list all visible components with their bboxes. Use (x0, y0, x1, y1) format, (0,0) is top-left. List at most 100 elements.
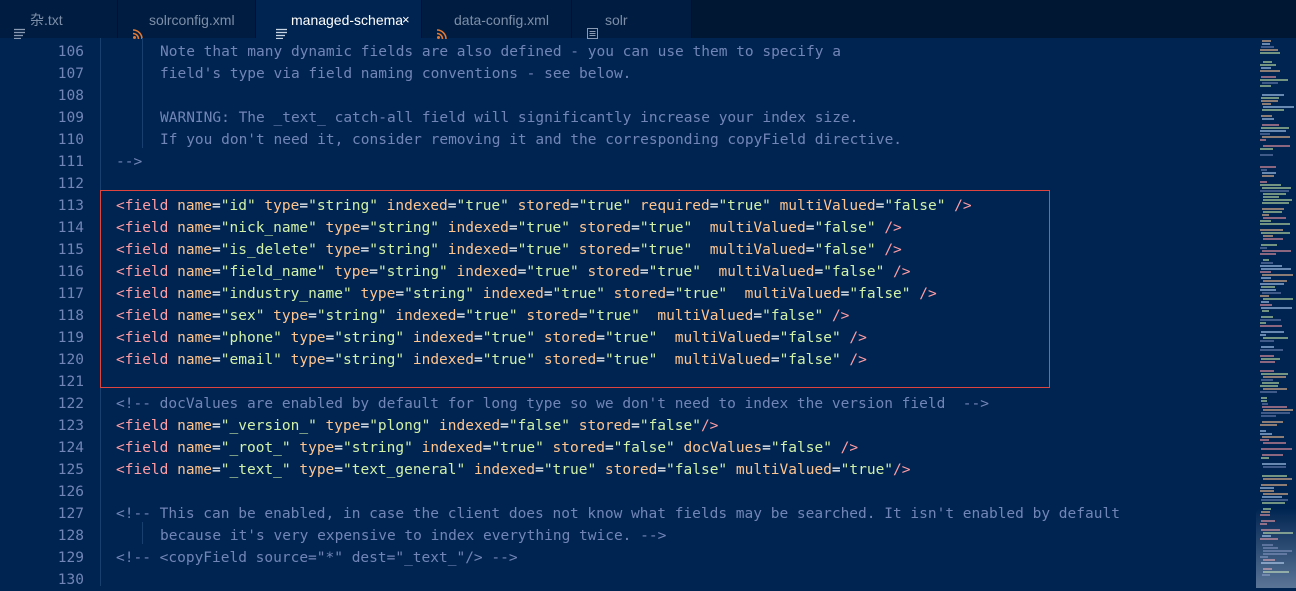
tab-bar: 杂.txt solrconfig.xml managed-schema × da… (0, 0, 1296, 40)
minimap-line (1260, 349, 1283, 351)
code-line: Note that many dynamic fields are also d… (160, 41, 841, 63)
code-token: <field (116, 440, 169, 456)
code-token: <field (116, 462, 169, 478)
minimap-line (1261, 301, 1269, 303)
minimap-line (1261, 100, 1278, 102)
code-token: field's type via field naming convention… (160, 66, 632, 82)
minimap-line (1262, 421, 1283, 423)
minimap-line (1260, 85, 1271, 87)
minimap-line (1263, 478, 1292, 480)
minimap-line (1262, 382, 1279, 384)
minimap-line (1262, 250, 1291, 252)
minimap-line (1262, 175, 1274, 177)
minimap-line (1260, 385, 1278, 387)
code-token: type (290, 462, 335, 478)
minimap-line (1260, 265, 1282, 267)
minimap-line (1260, 370, 1274, 372)
tab-managed-schema[interactable]: managed-schema × (256, 0, 422, 40)
code-token: = (657, 462, 667, 478)
line-number: 128 (57, 528, 84, 544)
code-token: "_text_" (220, 462, 291, 478)
minimap-line (1263, 199, 1292, 201)
minimap-line (1263, 259, 1269, 261)
minimap-line (1261, 46, 1274, 48)
code-token: = (831, 462, 841, 478)
code-token: stored (570, 418, 632, 434)
line-number: 116 (57, 264, 84, 280)
minimap-line (1262, 82, 1278, 84)
code-editor[interactable]: 106 Note that many dynamic fields are als… (0, 38, 1296, 588)
line-number: 117 (57, 286, 84, 302)
line-number: 119 (57, 330, 84, 346)
minimap-line (1260, 166, 1276, 168)
minimap-line (1262, 136, 1290, 138)
tab-label: data-config.xml (454, 12, 549, 28)
minimap-line (1263, 298, 1293, 300)
minimap-line (1260, 487, 1274, 489)
code-token: WARNING: The _text_ catch-all field will… (160, 110, 859, 126)
line-number: 106 (57, 44, 84, 60)
minimap-line (1262, 172, 1276, 174)
minimap-line (1261, 373, 1288, 375)
code-token: = (500, 418, 509, 434)
minimap-line (1260, 52, 1280, 54)
tab-solr[interactable]: solr (572, 0, 692, 39)
indent-guide (142, 38, 143, 148)
minimap-line (1260, 190, 1289, 192)
minimap-line (1261, 115, 1272, 117)
code-token: = (360, 418, 370, 434)
minimap-line (1260, 64, 1276, 66)
minimap-line (1261, 76, 1276, 78)
tab-data-config[interactable]: data-config.xml (422, 0, 572, 40)
tab-txt[interactable]: 杂.txt (0, 0, 118, 40)
code-line: <field name="_text_" type="text_general"… (116, 459, 911, 481)
minimap-line (1261, 316, 1273, 318)
close-icon[interactable]: × (402, 0, 410, 40)
minimap-line (1262, 310, 1269, 312)
line-number: 110 (57, 132, 84, 148)
minimap-line (1263, 442, 1286, 444)
minimap-line (1262, 403, 1268, 405)
minimap-line (1262, 463, 1286, 465)
code-token: "_root_" (220, 440, 291, 456)
line-number: 129 (57, 550, 84, 566)
minimap-line (1261, 244, 1277, 246)
minimap-line (1260, 154, 1273, 156)
code-token: type (290, 440, 335, 456)
code-token: docValues (674, 440, 763, 456)
minimap-line (1260, 304, 1272, 306)
minimap-line (1261, 331, 1284, 333)
line-number: 114 (57, 220, 84, 236)
minimap-line (1262, 202, 1289, 204)
code-token: "false" (666, 462, 728, 478)
minimap-line (1262, 454, 1283, 456)
minimap-line (1262, 496, 1282, 498)
code-token: --> (116, 154, 143, 170)
scrollbar-thumb[interactable] (1256, 508, 1296, 588)
code-token: = (604, 440, 614, 456)
minimap-line (1260, 148, 1273, 150)
minimap-line (1261, 397, 1267, 399)
code-token: "false" (613, 440, 675, 456)
minimap-line (1260, 220, 1271, 222)
minimap-line (1263, 409, 1293, 411)
minimap[interactable] (1258, 38, 1296, 586)
line-number: 125 (57, 462, 84, 478)
tab-solrconfig[interactable]: solrconfig.xml (118, 0, 256, 40)
minimap-line (1260, 430, 1266, 432)
minimap-line (1260, 424, 1277, 426)
minimap-line (1263, 235, 1273, 237)
minimap-line (1260, 325, 1282, 327)
indent-guide (142, 522, 143, 544)
minimap-line (1262, 103, 1271, 105)
minimap-line (1263, 106, 1294, 108)
code-token: indexed (465, 462, 536, 478)
minimap-line (1260, 139, 1266, 141)
minimap-line (1263, 238, 1283, 240)
code-token: stored (596, 462, 658, 478)
minimap-line (1260, 184, 1281, 186)
line-number: 115 (57, 242, 84, 258)
tab-label: 杂.txt (30, 12, 63, 28)
line-number: 126 (57, 484, 84, 500)
minimap-line (1262, 292, 1281, 294)
